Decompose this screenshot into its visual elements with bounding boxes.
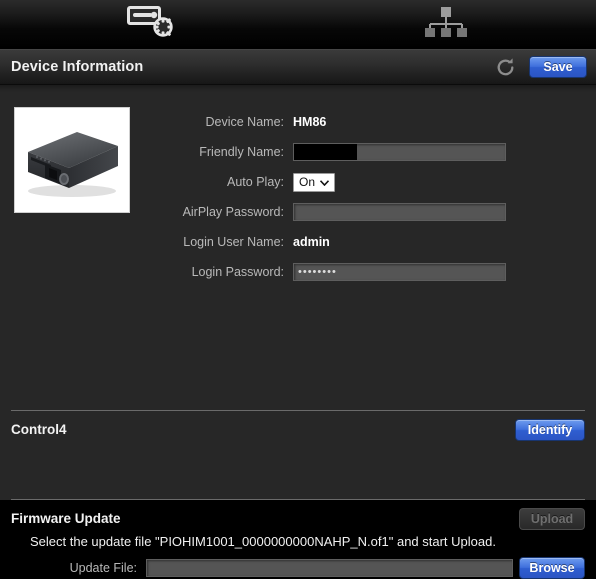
form-row-login-user-name: Login User Name: admin (150, 227, 580, 257)
network-tree-icon (424, 5, 468, 44)
login-password-masked-value: •••••••• (298, 266, 337, 278)
airplay-password-input[interactable] (293, 203, 506, 221)
page-header: Device Information Save (0, 49, 596, 85)
save-button[interactable]: Save (529, 56, 587, 78)
device-settings-window: Device Information Save Device Name: HM8… (0, 0, 596, 579)
identify-button[interactable]: Identify (515, 419, 585, 441)
header-shadow (0, 85, 596, 93)
login-password-label: Login Password: (191, 265, 284, 279)
device-name-label: Device Name: (205, 115, 285, 129)
control4-title: Control4 (11, 422, 67, 437)
refresh-icon[interactable] (495, 57, 516, 78)
tab-settings[interactable] (115, 0, 185, 48)
form-row-device-name: Device Name: HM86 (150, 107, 580, 137)
friendly-name-label: Friendly Name: (199, 145, 284, 159)
update-file-input[interactable] (146, 559, 513, 577)
form-row-airplay-password: AirPlay Password: (150, 197, 580, 227)
settings-panel-gear-icon (126, 3, 174, 46)
form-row-login-password: Login Password: •••••••• (150, 257, 580, 287)
login-user-name-label: Login User Name: (183, 235, 284, 249)
firmware-title: Firmware Update (11, 511, 121, 526)
auto-play-label: Auto Play: (227, 175, 284, 189)
login-user-name-value: admin (293, 235, 330, 249)
upload-button[interactable]: Upload (519, 508, 585, 530)
auto-play-select[interactable]: On (293, 172, 336, 192)
device-form: Device Name: HM86 Friendly Name: Auto Pl… (150, 107, 580, 287)
login-password-input[interactable]: •••••••• (293, 263, 506, 281)
page-title: Device Information (11, 59, 144, 75)
airplay-password-label: AirPlay Password: (182, 205, 284, 219)
device-name-value: HM86 (293, 115, 327, 129)
divider-control4 (11, 410, 585, 411)
browse-button[interactable]: Browse (519, 557, 585, 579)
redaction-block (294, 144, 357, 160)
firmware-description: Select the update file "PIOHIM1001_00000… (30, 534, 496, 549)
auto-play-selected-value: On (299, 175, 316, 189)
form-row-friendly-name: Friendly Name: (150, 137, 580, 167)
tab-bar (0, 0, 596, 49)
chevron-down-icon (319, 175, 330, 189)
header-actions: Save (495, 50, 587, 84)
tab-network[interactable] (411, 0, 481, 48)
form-row-auto-play: Auto Play: On (150, 167, 580, 197)
update-file-row: Update File: Browse (11, 557, 585, 579)
update-file-label: Update File: (69, 561, 137, 575)
friendly-name-input[interactable] (293, 143, 506, 161)
device-photo (14, 107, 130, 213)
